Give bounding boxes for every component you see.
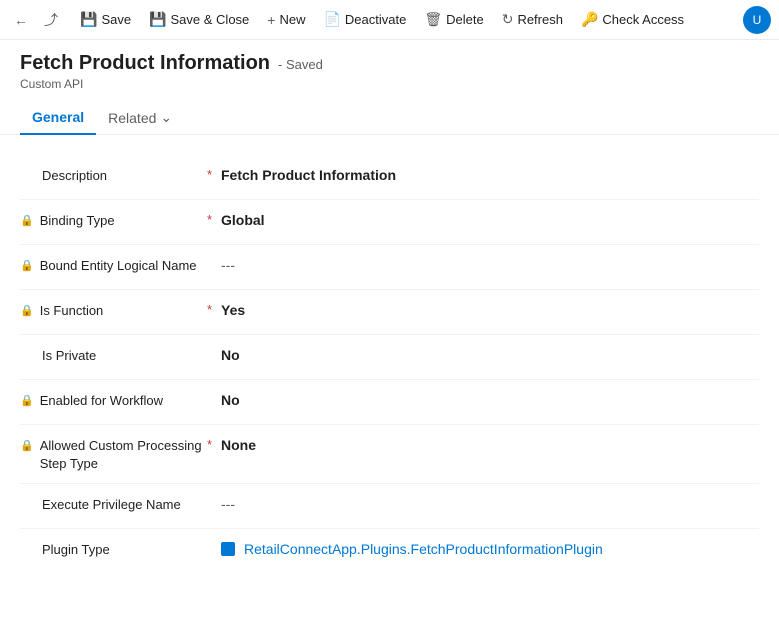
- save-close-button[interactable]: 💾 Save & Close: [141, 7, 257, 32]
- field-label-description: Description: [42, 167, 107, 185]
- chevron-down-icon: ⌄: [160, 109, 172, 126]
- tab-general[interactable]: General: [20, 101, 96, 135]
- field-label-is_private: Is Private: [42, 347, 96, 365]
- forward-button[interactable]: ⤴: [38, 6, 64, 34]
- lock-icon-allowed_custom_processing: 🔒: [20, 439, 34, 452]
- field-label-enabled_for_workflow: Enabled for Workflow: [40, 392, 163, 410]
- form-row-plugin_type: Plugin Type RetailConnectApp.Plugins.Fetc…: [20, 529, 759, 573]
- delete-icon: 🗑: [424, 11, 442, 28]
- form-row-enabled_for_workflow: 🔒 Enabled for Workflow No: [20, 380, 759, 424]
- req-col-allowed_custom_processing: *: [205, 435, 221, 452]
- page-title: Fetch Product Information: [20, 52, 270, 75]
- form-content: Description * Fetch Product Information 🔒 Bi…: [0, 135, 779, 593]
- field-value-bound_entity_logical_name: ---: [221, 257, 235, 273]
- label-col-description: Description: [20, 165, 205, 185]
- value-col-plugin_type: RetailConnectApp.Plugins.FetchProductInf…: [221, 539, 759, 557]
- save-icon: 💾: [80, 11, 97, 28]
- form-row-bound_entity_logical_name: 🔒 Bound Entity Logical Name ---: [20, 245, 759, 289]
- field-label-plugin_type: Plugin Type: [42, 541, 110, 559]
- field-label-bound_entity_logical_name: Bound Entity Logical Name: [40, 257, 197, 275]
- value-col-is_private: No: [221, 345, 759, 363]
- field-value-execute_privilege_name: ---: [221, 496, 235, 512]
- value-col-is_function: Yes: [221, 300, 759, 318]
- lock-icon-bound_entity_logical_name: 🔒: [20, 259, 34, 272]
- navigation-buttons: ← ⤴: [8, 6, 64, 34]
- field-value-is_function: Yes: [221, 302, 245, 318]
- value-col-allowed_custom_processing: None: [221, 435, 759, 453]
- back-icon: ←: [14, 12, 28, 28]
- back-button[interactable]: ←: [8, 6, 34, 34]
- field-label-execute_privilege_name: Execute Privilege Name: [42, 496, 181, 514]
- req-col-binding_type: *: [205, 210, 221, 227]
- forward-icon: ⤴: [44, 10, 58, 30]
- label-col-is_function: 🔒 Is Function: [20, 300, 205, 320]
- plugin-link-icon: [221, 542, 235, 556]
- form-row-is_function: 🔒 Is Function * Yes: [20, 290, 759, 334]
- tab-related[interactable]: Related ⌄: [96, 101, 184, 134]
- title-row: Fetch Product Information - Saved: [20, 52, 759, 75]
- req-col-is_function: *: [205, 300, 221, 317]
- field-label-binding_type: Binding Type: [40, 212, 115, 230]
- form-row-binding_type: 🔒 Binding Type * Global: [20, 200, 759, 244]
- form-row-is_private: Is Private No: [20, 335, 759, 379]
- field-value-binding_type: Global: [221, 212, 265, 228]
- new-icon: +: [267, 12, 275, 28]
- req-col-enabled_for_workflow: [205, 390, 221, 392]
- label-col-bound_entity_logical_name: 🔒 Bound Entity Logical Name: [20, 255, 205, 275]
- check-access-button[interactable]: 🔑 Check Access: [573, 7, 692, 32]
- required-star-allowed_custom_processing: *: [207, 437, 212, 452]
- field-value-is_private: No: [221, 347, 240, 363]
- label-col-execute_privilege_name: Execute Privilege Name: [20, 494, 205, 514]
- form-row-execute_privilege_name: Execute Privilege Name ---: [20, 484, 759, 528]
- form-row-description: Description * Fetch Product Information: [20, 155, 759, 199]
- refresh-icon: ↻: [502, 11, 514, 28]
- user-avatar[interactable]: U: [743, 6, 771, 34]
- label-col-allowed_custom_processing: 🔒 Allowed Custom Processing Step Type: [20, 435, 205, 473]
- page-header: Fetch Product Information - Saved Custom…: [0, 40, 779, 91]
- label-col-plugin_type: Plugin Type: [20, 539, 205, 559]
- lock-icon-is_function: 🔒: [20, 304, 34, 317]
- form-row-allowed_custom_processing: 🔒 Allowed Custom Processing Step Type* Non…: [20, 425, 759, 483]
- field-value-description: Fetch Product Information: [221, 167, 396, 183]
- label-col-is_private: Is Private: [20, 345, 205, 365]
- refresh-button[interactable]: ↻ Refresh: [494, 7, 571, 32]
- check-access-icon: 🔑: [581, 11, 598, 28]
- req-col-description: *: [205, 165, 221, 182]
- field-value-plugin_type[interactable]: RetailConnectApp.Plugins.FetchProductInf…: [221, 541, 759, 557]
- save-close-icon: 💾: [149, 11, 166, 28]
- value-col-enabled_for_workflow: No: [221, 390, 759, 408]
- tabs: General Related ⌄: [0, 101, 779, 135]
- deactivate-button[interactable]: 📄 Deactivate: [315, 7, 414, 32]
- required-star-is_function: *: [207, 302, 212, 317]
- new-button[interactable]: + New: [259, 8, 313, 32]
- value-col-execute_privilege_name: ---: [221, 494, 759, 512]
- delete-button[interactable]: 🗑 Delete: [416, 7, 491, 32]
- value-col-binding_type: Global: [221, 210, 759, 228]
- saved-badge: - Saved: [278, 57, 323, 72]
- toolbar: ← ⤴ 💾 Save 💾 Save & Close + New 📄 Deacti…: [0, 0, 779, 40]
- required-star-description: *: [207, 167, 212, 182]
- req-col-is_private: [205, 345, 221, 347]
- label-col-binding_type: 🔒 Binding Type: [20, 210, 205, 230]
- label-col-enabled_for_workflow: 🔒 Enabled for Workflow: [20, 390, 205, 410]
- field-value-enabled_for_workflow: No: [221, 392, 240, 408]
- required-star-binding_type: *: [207, 212, 212, 227]
- field-value-allowed_custom_processing: None: [221, 437, 256, 453]
- save-button[interactable]: 💾 Save: [72, 7, 139, 32]
- field-label-allowed_custom_processing: Allowed Custom Processing Step Type: [40, 437, 205, 473]
- deactivate-icon: 📄: [323, 11, 340, 28]
- value-col-bound_entity_logical_name: ---: [221, 255, 759, 273]
- req-col-plugin_type: [205, 539, 221, 541]
- req-col-execute_privilege_name: [205, 494, 221, 496]
- lock-icon-binding_type: 🔒: [20, 214, 34, 227]
- field-label-is_function: Is Function: [40, 302, 104, 320]
- value-col-description: Fetch Product Information: [221, 165, 759, 183]
- lock-icon-enabled_for_workflow: 🔒: [20, 394, 34, 407]
- page-subtitle: Custom API: [20, 77, 759, 91]
- req-col-bound_entity_logical_name: [205, 255, 221, 257]
